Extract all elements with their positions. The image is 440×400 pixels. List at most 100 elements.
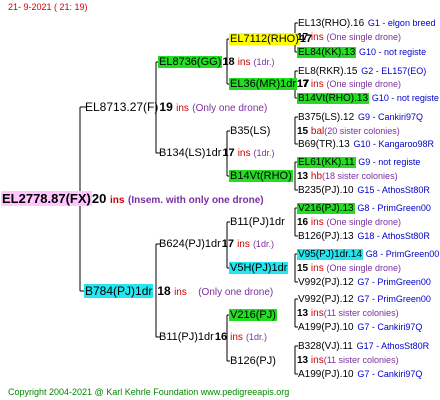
l4-ins: hb bbox=[310, 171, 323, 182]
l4-pedigree: G7 - PrimGreen00 bbox=[357, 277, 431, 287]
l4-pedigree: G9 - not registe bbox=[358, 157, 421, 167]
l4-name: B375(LS).12 bbox=[298, 112, 355, 123]
l4-row: 16 ins (One single drone) bbox=[297, 216, 401, 229]
gp-node[interactable]: EL8736(GG)18 ins (1dr.) bbox=[158, 56, 275, 69]
l4-name: A199(PJ).10 bbox=[298, 369, 354, 380]
l4-ins: bal bbox=[310, 126, 325, 137]
copyright-footer: Copyright 2004-2021 @ Karl Kehrle Founda… bbox=[8, 387, 290, 397]
l4-ins: ins bbox=[310, 355, 324, 366]
l4-row[interactable]: V992(PJ).12 G7 - PrimGreen00 bbox=[297, 276, 431, 289]
l3-node[interactable]: V5H(PJ)1dr bbox=[229, 262, 289, 275]
l4-note: (11 sister colonies) bbox=[323, 308, 399, 318]
l4-pedigree: G15 - AthosSt80R bbox=[357, 185, 430, 195]
gp-node[interactable]: B11(PJ)1dr16 ins (1dr.) bbox=[158, 331, 267, 344]
gp-ins: ins bbox=[237, 239, 250, 250]
sire-num: 18 bbox=[157, 284, 171, 298]
l4-num: 16 bbox=[297, 217, 309, 228]
l4-note: (One single drone) bbox=[326, 217, 402, 227]
l4-name: B69(TR).13 bbox=[298, 139, 350, 150]
gp-ins: ins bbox=[237, 57, 251, 68]
l4-name: B14Vt(RHO).13 bbox=[297, 93, 370, 104]
l4-pedigree: G8 - PrimGreen00 bbox=[365, 249, 440, 259]
gp-node[interactable]: B624(PJ)1dr17 ins (1dr.) bbox=[158, 238, 274, 251]
l3-node[interactable]: B35(LS) bbox=[229, 125, 271, 138]
l4-row[interactable]: V216(PJ).13 G8 - PrimGreen00 bbox=[297, 202, 431, 215]
l3-name: V5H(PJ)1dr bbox=[229, 262, 289, 274]
l4-row[interactable]: B126(PJ).13 G18 - AthosSt80R bbox=[297, 230, 430, 243]
l3-name: B126(PJ) bbox=[230, 355, 276, 367]
l3-node[interactable]: B126(PJ) bbox=[229, 355, 277, 368]
gp-note: (1dr.) bbox=[246, 332, 268, 342]
root-queen-note: (Insem. with only one drone) bbox=[128, 195, 264, 206]
pedigree-tree: 21- 9-2021 ( 21: 19) EL2778.87(FX)20 ins… bbox=[0, 0, 440, 400]
l4-num: 13 bbox=[297, 171, 309, 182]
l4-pedigree: G10 - not registe bbox=[359, 47, 427, 57]
l3-node[interactable]: V216(PJ) bbox=[229, 309, 277, 322]
l4-row[interactable]: A199(PJ).10 G7 - Cankiri97Q bbox=[297, 368, 422, 381]
date-header: 21- 9-2021 ( 21: 19) bbox=[8, 2, 88, 12]
l4-row: 15 bal(20 sister colonies) bbox=[297, 125, 400, 138]
l4-row[interactable]: B14Vt(RHO).13 G10 - not registe bbox=[297, 92, 439, 105]
l4-name: A199(PJ).10 bbox=[298, 322, 354, 333]
l3-node[interactable]: B14Vt(RHO) bbox=[229, 170, 293, 183]
l4-num: 13 bbox=[297, 355, 309, 366]
sire-node[interactable]: B784(PJ)1dr 18 ins (Only one drone) bbox=[84, 284, 273, 299]
l4-pedigree: G7 - PrimGreen00 bbox=[357, 294, 431, 304]
l4-row[interactable]: B375(LS).12 G9 - Cankiri97Q bbox=[297, 111, 423, 124]
gp-node[interactable]: B134(LS)1dr17 ins (1dr.) bbox=[158, 147, 275, 160]
gp-num: 18 bbox=[222, 56, 235, 68]
l4-pedigree: G10 - not registe bbox=[371, 93, 439, 103]
l4-num: 13 bbox=[297, 308, 309, 319]
l4-row[interactable]: A199(PJ).10 G7 - Cankiri97Q bbox=[297, 321, 422, 334]
l4-row[interactable]: B328(VJ).11 G17 - AthosSt80R bbox=[297, 340, 429, 353]
l4-pedigree: G17 - AthosSt80R bbox=[356, 341, 430, 351]
l4-row[interactable]: EL13(RHO).16 G1 - elgon breed bbox=[297, 17, 435, 30]
l4-name: EL61(KK).11 bbox=[297, 157, 356, 168]
root-queen-num: 20 bbox=[91, 191, 107, 206]
l4-name: B235(PJ).10 bbox=[298, 185, 354, 196]
l4-row: 13 ins(11 sister colonies) bbox=[297, 307, 399, 320]
gp-note: (1dr.) bbox=[252, 239, 274, 249]
l4-note: (One single drone) bbox=[326, 32, 402, 42]
l3-node[interactable]: B11(PJ)1dr bbox=[229, 216, 286, 229]
l4-row[interactable]: B69(TR).13 G10 - Kangaroo98R bbox=[297, 138, 434, 151]
l4-row[interactable]: EL61(KK).11 G9 - not registe bbox=[297, 156, 420, 169]
gp-ins: ins bbox=[230, 332, 243, 343]
gp-num: 17 bbox=[221, 238, 235, 250]
dam-num: 19 bbox=[159, 100, 173, 114]
dam-ins: ins bbox=[176, 103, 189, 114]
l4-name: V216(PJ).13 bbox=[297, 203, 355, 214]
l3-name: B11(PJ)1dr bbox=[230, 216, 285, 228]
l4-row[interactable]: EL84(KK).13 G10 - not registe bbox=[297, 46, 426, 59]
l4-ins: ins bbox=[310, 32, 324, 43]
gp-name: EL8736(GG) bbox=[158, 56, 223, 68]
l4-row[interactable]: EL8(RKR).15 G2 - EL157(EO) bbox=[297, 65, 426, 78]
l4-note: (11 sister colonies) bbox=[323, 355, 399, 365]
l4-num: 17 bbox=[297, 79, 309, 90]
l4-name: EL13(RHO).16 bbox=[298, 18, 365, 29]
l4-row: 13 ins(11 sister colonies) bbox=[297, 354, 399, 367]
l3-name: B14Vt(RHO) bbox=[229, 170, 293, 182]
l4-row[interactable]: B235(PJ).10 G15 - AthosSt80R bbox=[297, 184, 430, 197]
root-queen-name: EL2778.87(FX) bbox=[1, 191, 92, 206]
l4-row: 17 ins (One single drone) bbox=[297, 78, 401, 91]
l4-row[interactable]: V992(PJ).12 G7 - PrimGreen00 bbox=[297, 293, 431, 306]
l4-note: (18 sister colonies) bbox=[322, 171, 398, 181]
l4-pedigree: G8 - PrimGreen00 bbox=[357, 203, 431, 213]
l4-ins: ins bbox=[310, 263, 324, 274]
gp-name: B134(LS)1dr bbox=[159, 147, 222, 159]
gp-ins: ins bbox=[237, 148, 251, 159]
gp-num: 17 bbox=[222, 147, 235, 159]
l4-pedigree: G2 - EL157(EO) bbox=[361, 66, 427, 76]
gp-name: B624(PJ)1dr bbox=[159, 238, 221, 250]
l4-pedigree: G18 - AthosSt80R bbox=[357, 231, 430, 241]
l4-row: 17 ins (One single drone) bbox=[297, 31, 401, 44]
l4-note: (20 sister colonies) bbox=[324, 126, 400, 136]
l3-name: B35(LS) bbox=[230, 125, 271, 137]
l4-ins: ins bbox=[310, 217, 324, 228]
l4-pedigree: G1 - elgon breed bbox=[367, 18, 436, 28]
l4-row[interactable]: V95(PJ)1dr.14 G8 - PrimGreen00 bbox=[297, 248, 439, 261]
l4-note: (One single drone) bbox=[326, 79, 402, 89]
dam-node[interactable]: EL8713.27(F)19 ins (Only one drone) bbox=[84, 101, 267, 115]
root-queen[interactable]: EL2778.87(FX)20 ins (Insem. with only on… bbox=[1, 191, 264, 207]
